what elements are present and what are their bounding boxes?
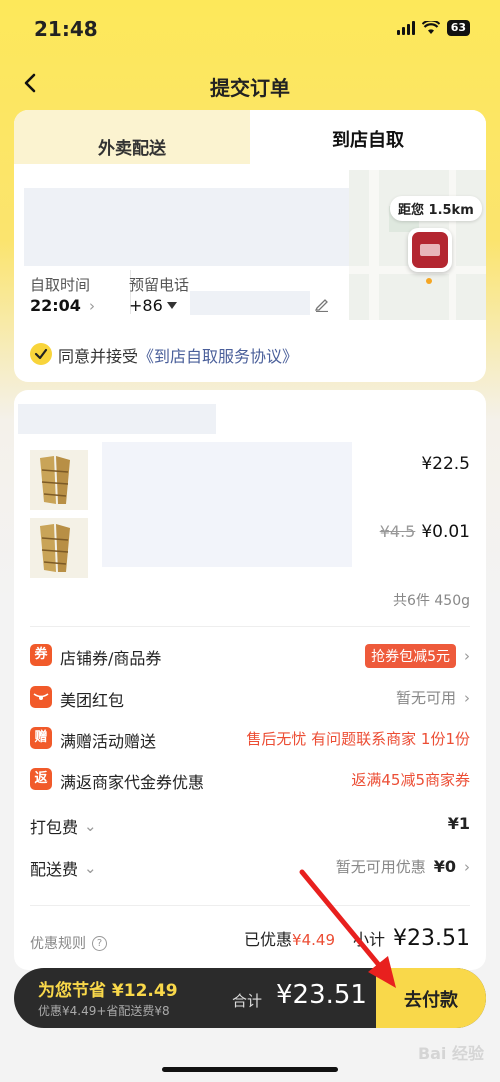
edit-icon[interactable]: [314, 296, 330, 312]
rebate-value: 返满45减5商家券: [351, 771, 470, 789]
total-label: 合计: [232, 992, 263, 1010]
coupon-label: 店铺券/商品券: [60, 649, 162, 668]
chevron-down-icon: ⌄: [84, 817, 97, 835]
watermark: Bai 经验: [417, 1044, 484, 1063]
red-packet-row[interactable]: 美团红包 暂无可用 ›: [30, 684, 470, 712]
coupon-row[interactable]: 券 店铺券/商品券 抢券包减5元 ›: [30, 642, 470, 670]
packing-fee-label: 打包费: [30, 818, 79, 837]
caret-down-icon: [166, 301, 177, 309]
red-packet-icon: [30, 686, 52, 708]
page-title: 提交订单: [210, 76, 290, 100]
savings-detail: 优惠¥4.49+省配送费¥8: [38, 1004, 170, 1018]
signal-icon: [396, 21, 415, 35]
pickup-time-selector[interactable]: 22:04 ›: [30, 296, 95, 315]
coupon-tag[interactable]: 抢券包减5元: [365, 644, 456, 668]
item-price: ¥22.5: [421, 454, 470, 474]
food-image-icon: [40, 524, 70, 572]
phone-code-selector[interactable]: +86: [129, 296, 177, 315]
status-time: 21:48: [34, 17, 98, 41]
shipping-fee-label: 配送费: [30, 860, 79, 879]
item-details-blurred: [102, 442, 352, 567]
food-image-icon: [40, 456, 70, 504]
nav-bar: 提交订单: [0, 62, 500, 108]
store-logo-icon: [412, 232, 448, 268]
item-count: 共6件 450g: [393, 593, 470, 609]
divider: [30, 626, 470, 627]
chevron-right-icon: ›: [464, 857, 470, 876]
map-road: [369, 170, 379, 320]
gift-value: 售后无忧 有问题联系商家 1份1份: [246, 730, 470, 748]
gift-label: 满赠活动赠送: [60, 732, 157, 751]
item-thumbnail: [30, 450, 88, 510]
agree-checkbox[interactable]: [30, 343, 52, 365]
savings-title: 为您节省 ¥12.49: [38, 981, 178, 1001]
rebate-icon: 返: [30, 768, 52, 790]
phone-code: +86: [129, 296, 163, 315]
agreement-link[interactable]: 《到店自取服务协议》: [138, 347, 298, 366]
rebate-label: 满返商家代金券优惠: [60, 773, 205, 792]
phone-label: 预留电话: [129, 276, 190, 294]
packing-fee-value: ¥1: [447, 814, 470, 833]
wifi-icon: [421, 21, 440, 34]
store-pin[interactable]: [408, 228, 452, 272]
location-dot-icon: [426, 278, 432, 284]
chevron-right-icon: ›: [464, 688, 470, 707]
shop-name-blurred: [18, 404, 216, 434]
chevron-right-icon: ›: [464, 647, 470, 665]
red-packet-value: 暂无可用: [395, 689, 456, 707]
discount-rules-label: 优惠规则: [30, 936, 86, 952]
gift-icon: 赠: [30, 727, 52, 749]
chevron-down-icon: ⌄: [84, 859, 97, 877]
store-address-blurred: [24, 188, 359, 266]
chevron-right-icon: ›: [88, 296, 95, 315]
pickup-time-value: 22:04: [30, 296, 81, 315]
pickup-time-label: 自取时间: [30, 276, 91, 294]
battery-icon: 63: [446, 20, 470, 36]
status-bar: 21:48 63: [0, 0, 500, 56]
item-price: ¥0.01: [421, 522, 470, 542]
red-packet-right: 暂无可用 ›: [396, 687, 470, 708]
tab-delivery-label: 外卖配送: [98, 139, 166, 159]
phone-number-blurred[interactable]: [190, 291, 310, 315]
home-indicator[interactable]: [162, 1067, 338, 1072]
coupon-icon: 券: [30, 644, 52, 666]
status-icons: 63: [396, 20, 470, 36]
order-card: ¥22.5 ¥4.5 ¥0.01 共6件 450g 券 店铺券/商品券 抢券包减…: [14, 390, 486, 970]
gift-row: 赠 满赠活动赠送 售后无忧 有问题联系商家 1份1份: [30, 725, 470, 753]
coupon-right: 抢券包减5元 ›: [365, 644, 470, 668]
shipping-fee-value: ¥0: [433, 857, 456, 876]
red-packet-label: 美团红包: [60, 691, 125, 710]
agreement-prefix: 同意并接受: [58, 347, 139, 366]
agreement-text: 同意并接受《到店自取服务协议》: [58, 343, 298, 367]
tab-pickup[interactable]: 到店自取: [250, 110, 486, 164]
discount-rules[interactable]: 优惠规则 ?: [30, 933, 107, 953]
store-logo-blur: [420, 244, 440, 256]
annotation-arrow-icon: [299, 869, 396, 988]
shipping-fee-left: 配送费 ⌄: [30, 856, 97, 880]
packing-fee-row[interactable]: 打包费 ⌄ ¥1: [30, 811, 470, 839]
rebate-row: 返 满返商家代金券优惠 返满45减5商家券: [30, 766, 470, 794]
item-thumbnail: [30, 518, 88, 578]
pickup-card: 外卖配送 到店自取 距您 1.5km 自取时间 22:04 › 预留电话 +86: [14, 110, 486, 382]
item-original-price: ¥4.5: [379, 522, 416, 541]
question-icon: ?: [92, 935, 107, 951]
item-price-group: ¥4.5 ¥0.01: [380, 522, 470, 542]
tab-delivery[interactable]: 外卖配送: [14, 110, 250, 164]
tab-pickup-label: 到店自取: [332, 130, 404, 151]
checkout-bar: 为您节省 ¥12.49 优惠¥4.49+省配送费¥8 合计 ¥23.51 去付款: [14, 968, 486, 1028]
packing-fee-left: 打包费 ⌄: [30, 814, 97, 838]
distance-bubble: 距您 1.5km: [390, 196, 482, 221]
check-icon: [34, 348, 48, 360]
discount-label: 已优惠: [244, 930, 293, 949]
